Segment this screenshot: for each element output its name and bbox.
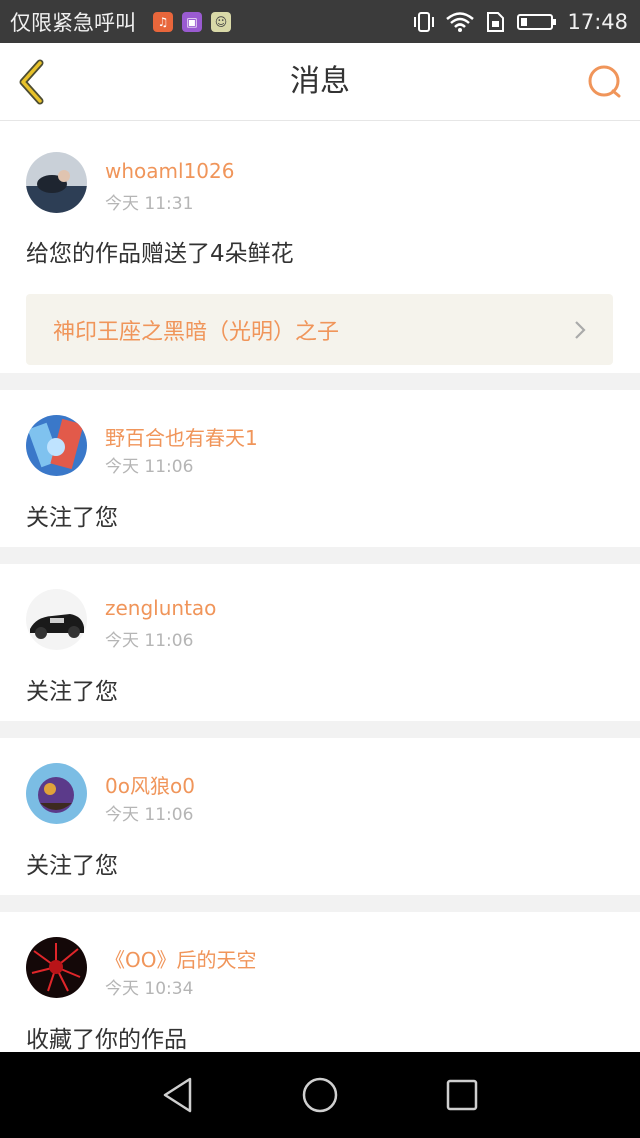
navigation-bar: 消息 [0, 43, 640, 121]
username[interactable]: 野百合也有春天1 [105, 422, 258, 451]
message-text: 关注了您 [26, 679, 118, 705]
username[interactable]: 《OO》后的天空 [105, 944, 256, 973]
user-avatar[interactable] [26, 763, 87, 824]
message-item[interactable]: 0o风狼o0 今天 11:06 关注了您 [0, 738, 640, 895]
message-item[interactable]: 《OO》后的天空 今天 10:34 收藏了你的作品 [0, 912, 640, 1072]
user-avatar[interactable] [26, 589, 87, 650]
page-title: 消息 [290, 64, 350, 99]
battery-icon [517, 13, 557, 30]
user-avatar[interactable] [26, 415, 87, 476]
gallery-app-icon: ▣ [182, 11, 202, 32]
timestamp: 今天 10:34 [105, 979, 194, 999]
status-bar: 仅限紧急呼叫 ♫ ▣ ☺ 17:48 [0, 0, 640, 43]
message-text: 收藏了你的作品 [26, 1027, 187, 1053]
message-item[interactable]: 野百合也有春天1 今天 11:06 关注了您 [0, 390, 640, 547]
message-text: 给您的作品赠送了4朵鲜花 [26, 241, 294, 267]
search-icon[interactable] [586, 63, 624, 101]
sim-icon [487, 11, 505, 32]
home-nav-icon[interactable] [300, 1076, 340, 1114]
message-list: whoaml1026 今天 11:31 给您的作品赠送了4朵鲜花 神印王座之黑暗… [0, 121, 640, 1072]
system-navigation-bar [0, 1052, 640, 1138]
back-nav-icon[interactable] [160, 1076, 196, 1114]
message-text: 关注了您 [26, 853, 118, 879]
user-avatar[interactable] [26, 152, 87, 213]
username[interactable]: whoaml1026 [105, 159, 234, 183]
message-item[interactable]: zengluntao 今天 11:06 关注了您 [0, 564, 640, 721]
chat-app-icon: ☺ [211, 11, 231, 32]
separator [0, 721, 640, 738]
separator [0, 373, 640, 390]
separator [0, 547, 640, 564]
message-item[interactable]: whoaml1026 今天 11:31 给您的作品赠送了4朵鲜花 神印王座之黑暗… [0, 121, 640, 373]
user-avatar[interactable] [26, 937, 87, 998]
separator [0, 895, 640, 912]
timestamp: 今天 11:06 [105, 457, 194, 477]
work-title: 神印王座之黑暗（光明）之子 [53, 319, 340, 345]
message-text: 关注了您 [26, 505, 118, 531]
wifi-icon [446, 11, 475, 32]
recents-nav-icon[interactable] [444, 1076, 480, 1114]
work-link[interactable]: 神印王座之黑暗（光明）之子 [26, 294, 613, 365]
timestamp: 今天 11:06 [105, 631, 194, 651]
carrier-text: 仅限紧急呼叫 [10, 10, 136, 35]
vibrate-icon [414, 11, 435, 32]
timestamp: 今天 11:31 [105, 194, 194, 214]
username[interactable]: zengluntao [105, 596, 216, 620]
chevron-right-icon [575, 321, 586, 339]
clock: 17:48 [567, 9, 628, 34]
music-app-icon: ♫ [153, 11, 173, 32]
timestamp: 今天 11:06 [105, 805, 194, 825]
username[interactable]: 0o风狼o0 [105, 770, 195, 799]
